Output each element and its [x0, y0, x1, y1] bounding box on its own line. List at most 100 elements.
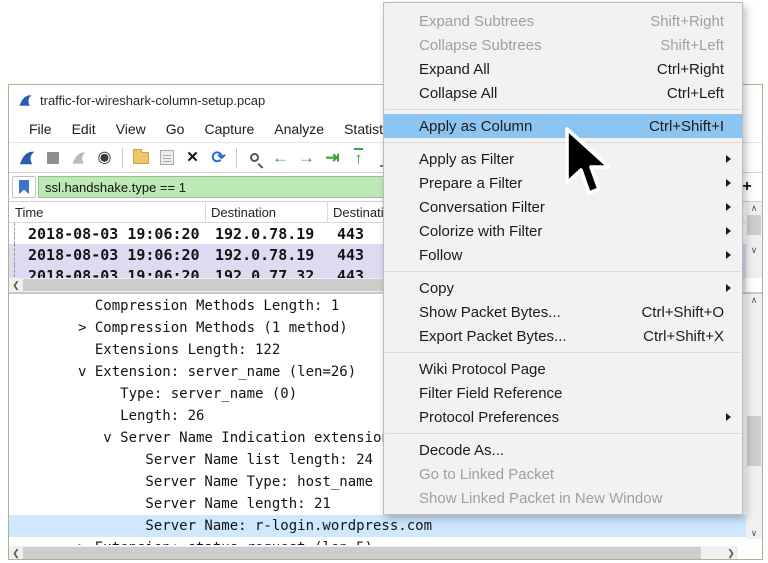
menu-item-label: Filter Field Reference	[419, 385, 562, 402]
menu-item-decode-as[interactable]: Decode As...	[384, 438, 742, 462]
menu-separator	[385, 142, 741, 143]
menu-item-go-to-linked-packet[interactable]: Go to Linked Packet	[384, 462, 742, 486]
go-first-packet-icon[interactable]: ↑	[346, 145, 371, 170]
tree-row-selected[interactable]: Server Name: r-login.wordpress.com	[9, 515, 746, 537]
save-file-icon[interactable]	[154, 145, 179, 170]
related-packet-marker	[14, 265, 15, 278]
menu-item-expand-all[interactable]: Expand All Ctrl+Right	[384, 57, 742, 81]
start-capture-icon[interactable]	[14, 145, 39, 170]
scroll-down-icon[interactable]: ∨	[746, 527, 762, 539]
toolbar-separator	[236, 148, 237, 168]
scroll-right-icon[interactable]: ❯	[724, 546, 738, 559]
submenu-arrow-icon	[726, 155, 731, 163]
detail-hscrollbar[interactable]: ❮ ❯	[9, 546, 738, 559]
capture-options-icon[interactable]: ◉	[92, 145, 117, 170]
go-forward-icon[interactable]: →	[294, 145, 319, 170]
submenu-arrow-icon	[726, 203, 731, 211]
menu-item-label: Show Linked Packet in New Window	[419, 490, 662, 507]
menu-item-filter-field-reference[interactable]: Filter Field Reference	[384, 381, 742, 405]
tree-row-text: Compression Methods Length: 1	[78, 298, 339, 314]
menu-item-apply-as-filter[interactable]: Apply as Filter	[384, 147, 742, 171]
menubar-item-edit[interactable]: Edit	[62, 118, 106, 140]
cell-time: 2018-08-03 19:06:20	[28, 246, 200, 264]
menu-separator	[385, 433, 741, 434]
menu-item-copy[interactable]: Copy	[384, 276, 742, 300]
toolbar-separator	[122, 148, 123, 168]
menu-item-conversation-filter[interactable]: Conversation Filter	[384, 195, 742, 219]
reload-icon[interactable]: ⟳	[206, 145, 231, 170]
column-header-time[interactable]: Time	[15, 205, 43, 220]
scroll-left-icon[interactable]: ❮	[9, 546, 23, 559]
menu-item-colorize-with-filter[interactable]: Colorize with Filter	[384, 219, 742, 243]
menu-separator	[385, 271, 741, 272]
menu-item-prepare-a-filter[interactable]: Prepare a Filter	[384, 171, 742, 195]
menu-item-label: Apply as Filter	[419, 151, 514, 168]
menu-item-shortcut: Shift+Right	[650, 13, 724, 30]
find-packet-icon[interactable]	[242, 145, 267, 170]
menubar-item-file[interactable]: File	[19, 118, 62, 140]
column-divider[interactable]	[327, 202, 328, 223]
scrollbar-thumb[interactable]	[23, 547, 701, 559]
related-packet-marker	[14, 244, 15, 265]
menu-item-export-packet-bytes[interactable]: Export Packet Bytes... Ctrl+Shift+X	[384, 324, 742, 348]
menu-item-label: Conversation Filter	[419, 199, 545, 216]
submenu-arrow-icon	[726, 251, 731, 259]
scroll-up-icon[interactable]: ∧	[746, 202, 762, 214]
cell-destination: 192.0.78.19	[215, 246, 314, 264]
restart-capture-icon[interactable]	[66, 145, 91, 170]
menubar-item-view[interactable]: View	[106, 118, 156, 140]
go-to-packet-icon[interactable]: ⇥	[320, 145, 345, 170]
tree-row-text: > Compression Methods (1 method)	[78, 320, 348, 336]
menubar-item-analyze[interactable]: Analyze	[264, 118, 334, 140]
scroll-up-icon[interactable]: ∧	[746, 294, 762, 306]
cell-time: 2018-08-03 19:06:20	[28, 267, 200, 278]
tree-row-text: Server Name length: 21	[78, 496, 331, 512]
menu-item-show-linked-packet-in-new-window[interactable]: Show Linked Packet in New Window	[384, 486, 742, 510]
menu-item-show-packet-bytes[interactable]: Show Packet Bytes... Ctrl+Shift+O	[384, 300, 742, 324]
scroll-down-icon[interactable]: ∨	[746, 244, 762, 256]
menu-separator	[385, 352, 741, 353]
menu-item-shortcut: Ctrl+Shift+X	[643, 328, 724, 345]
stop-capture-icon[interactable]	[40, 145, 65, 170]
column-header-destination[interactable]: Destination	[211, 205, 276, 220]
menu-item-label: Decode As...	[419, 442, 504, 459]
tree-row[interactable]: > Extension: status_request (len=5)	[9, 537, 746, 545]
menubar-item-go[interactable]: Go	[156, 118, 195, 140]
column-divider[interactable]	[205, 202, 206, 223]
tree-row-text: v Server Name Indication extension	[78, 430, 390, 446]
wireshark-logo-icon	[18, 93, 33, 108]
menu-item-protocol-preferences[interactable]: Protocol Preferences	[384, 405, 742, 429]
cell-time: 2018-08-03 19:06:20	[28, 225, 200, 243]
file-shape	[160, 150, 174, 165]
menu-item-collapse-subtrees[interactable]: Collapse Subtrees Shift+Left	[384, 33, 742, 57]
filter-bookmark-button[interactable]	[12, 176, 36, 198]
context-menu: Expand Subtrees Shift+Right Collapse Sub…	[383, 2, 743, 515]
submenu-arrow-icon	[726, 284, 731, 292]
menu-item-apply-as-column[interactable]: Apply as Column Ctrl+Shift+I	[384, 114, 742, 138]
menu-item-collapse-all[interactable]: Collapse All Ctrl+Left	[384, 81, 742, 105]
menu-item-label: Export Packet Bytes...	[419, 328, 567, 345]
close-file-icon[interactable]: ✕	[180, 145, 205, 170]
scrollbar-thumb[interactable]	[747, 416, 761, 466]
go-back-icon[interactable]: ←	[268, 145, 293, 170]
tree-row-text: Server Name Type: host_name (0)	[78, 474, 407, 490]
packet-list-vscrollbar[interactable]: ∧ ∨	[746, 202, 762, 278]
scroll-left-icon[interactable]: ❮	[9, 278, 23, 292]
related-packet-marker	[14, 223, 15, 244]
detail-vscrollbar[interactable]: ∧ ∨	[746, 294, 762, 539]
bookmark-icon	[19, 180, 29, 194]
menu-item-shortcut: Ctrl+Left	[667, 85, 724, 102]
menu-item-shortcut: Shift+Left	[660, 37, 724, 54]
menu-item-label: Expand All	[419, 61, 490, 78]
menu-item-shortcut: Ctrl+Right	[657, 61, 724, 78]
tree-row-text: Type: server_name (0)	[78, 386, 297, 402]
scrollbar-thumb[interactable]	[747, 215, 761, 235]
menu-item-label: Apply as Column	[419, 118, 532, 135]
menu-item-expand-subtrees[interactable]: Expand Subtrees Shift+Right	[384, 9, 742, 33]
menubar-item-capture[interactable]: Capture	[194, 118, 264, 140]
menu-item-shortcut: Ctrl+Shift+O	[641, 304, 724, 321]
menu-item-follow[interactable]: Follow	[384, 243, 742, 267]
menu-item-wiki-protocol-page[interactable]: Wiki Protocol Page	[384, 357, 742, 381]
cell-destination: 192.0.77.32	[215, 267, 314, 278]
open-file-icon[interactable]	[128, 145, 153, 170]
